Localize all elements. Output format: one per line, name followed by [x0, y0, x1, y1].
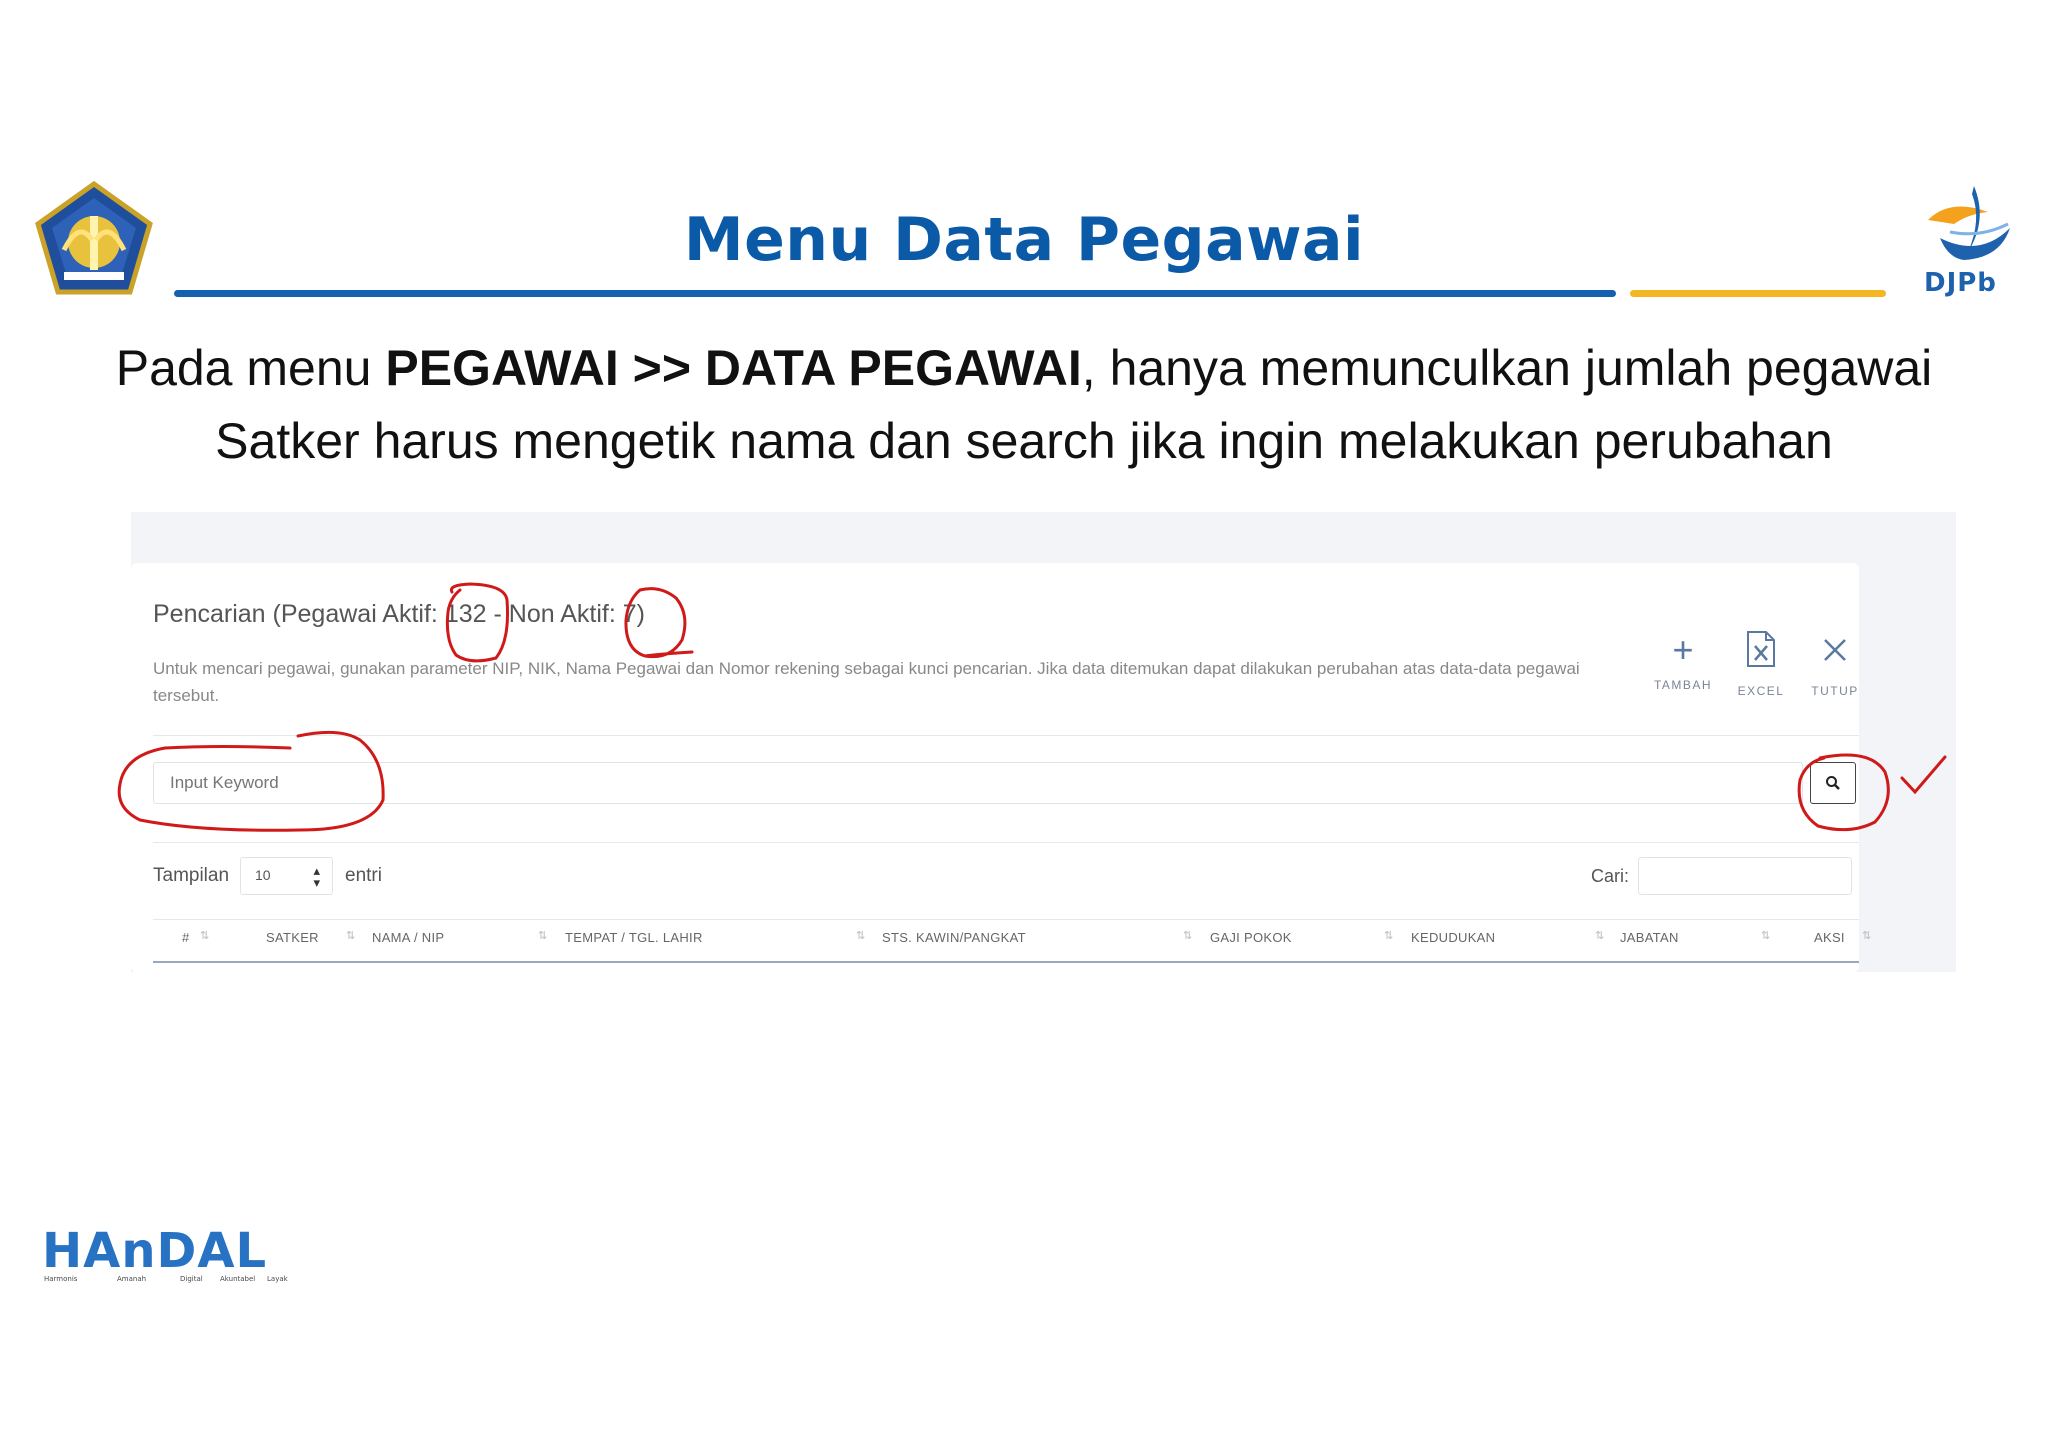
sort-icon: ⇅ [1384, 930, 1394, 942]
instruction-line-2: Satker harus mengetik nama dan search ji… [215, 413, 1833, 469]
select-arrows-icon: ▴ ▾ [313, 863, 320, 890]
sort-icon: ⇅ [538, 930, 548, 942]
sort-icon: ⇅ [1761, 930, 1771, 942]
handal-logo: HAnDAL Harmonis Amanah Digital Akuntabel… [42, 1225, 289, 1283]
filter-input[interactable] [1638, 857, 1852, 895]
djpb-logo-text: DJPb [1924, 268, 1997, 298]
column-header-jabatan[interactable]: JABATAN [1620, 930, 1679, 945]
tutup-button[interactable]: TUTUP [1800, 630, 1870, 698]
search-divider [153, 842, 1859, 843]
column-header-nama-nip[interactable]: NAMA / NIP [372, 930, 444, 945]
column-header-sts-kawin-pangkat[interactable]: STS. KAWIN/PANGKAT [882, 930, 1026, 945]
menu-path: PEGAWAI >> DATA PEGAWAI [385, 340, 1082, 396]
sort-icon: ⇅ [1862, 930, 1872, 942]
page-length-value: 10 [255, 867, 271, 883]
active-count: 132 [444, 600, 487, 628]
excel-button[interactable]: EXCEL [1726, 630, 1796, 698]
panel-heading: Pencarian (Pegawai Aktif: 132 - Non Akti… [153, 600, 645, 628]
slide-title: Menu Data Pegawai [683, 205, 1365, 275]
close-icon [1800, 630, 1870, 676]
svg-text:HAnDAL: HAnDAL [42, 1225, 267, 1279]
svg-text:Layak: Layak [267, 1275, 289, 1283]
instruction-line-1: Pada menu PEGAWAI >> DATA PEGAWAI, hanya… [115, 340, 1933, 396]
title-rule-blue [174, 290, 1616, 297]
sort-icon: ⇅ [346, 930, 356, 942]
sort-icon: ⇅ [200, 930, 210, 942]
page-length-label: Tampilan [153, 865, 230, 886]
column-header-satker[interactable]: SATKER [266, 930, 319, 945]
column-header-kedudukan[interactable]: KEDUDUKAN [1411, 930, 1495, 945]
excel-file-icon [1726, 630, 1796, 676]
table-top-divider [153, 919, 1859, 920]
search-button[interactable] [1810, 762, 1856, 804]
sort-icon: ⇅ [856, 930, 866, 942]
search-icon [1826, 776, 1840, 790]
panel-description: Untuk mencari pegawai, gunakan parameter… [153, 659, 1580, 705]
column-header-tempat-tgl-lahir[interactable]: TEMPAT / TGL. LAHIR [565, 930, 703, 945]
page-length-suffix: entri [345, 865, 382, 886]
column-header-number[interactable]: # [182, 930, 190, 945]
page-length-select[interactable]: 10 ▴ ▾ [240, 857, 333, 895]
title-rule-gold [1630, 290, 1886, 297]
column-header-aksi[interactable]: AKSI [1814, 930, 1845, 945]
plus-icon: + [1672, 629, 1694, 670]
sort-icon: ⇅ [1183, 930, 1193, 942]
svg-text:Akuntabel: Akuntabel [220, 1275, 255, 1283]
sort-icon: ⇅ [1595, 930, 1605, 942]
svg-text:Harmonis: Harmonis [44, 1275, 78, 1283]
keyword-search-input[interactable] [153, 762, 1803, 804]
inactive-count: 7 [622, 600, 637, 628]
column-header-gaji-pokok[interactable]: GAJI POKOK [1210, 930, 1292, 945]
panel-divider [153, 735, 1859, 736]
table-header-underline [153, 961, 1859, 963]
tambah-button[interactable]: + TAMBAH [1648, 629, 1718, 693]
svg-text:Amanah: Amanah [117, 1275, 146, 1283]
filter-label: Cari: [1591, 866, 1630, 886]
svg-text:Digital: Digital [180, 1275, 203, 1283]
